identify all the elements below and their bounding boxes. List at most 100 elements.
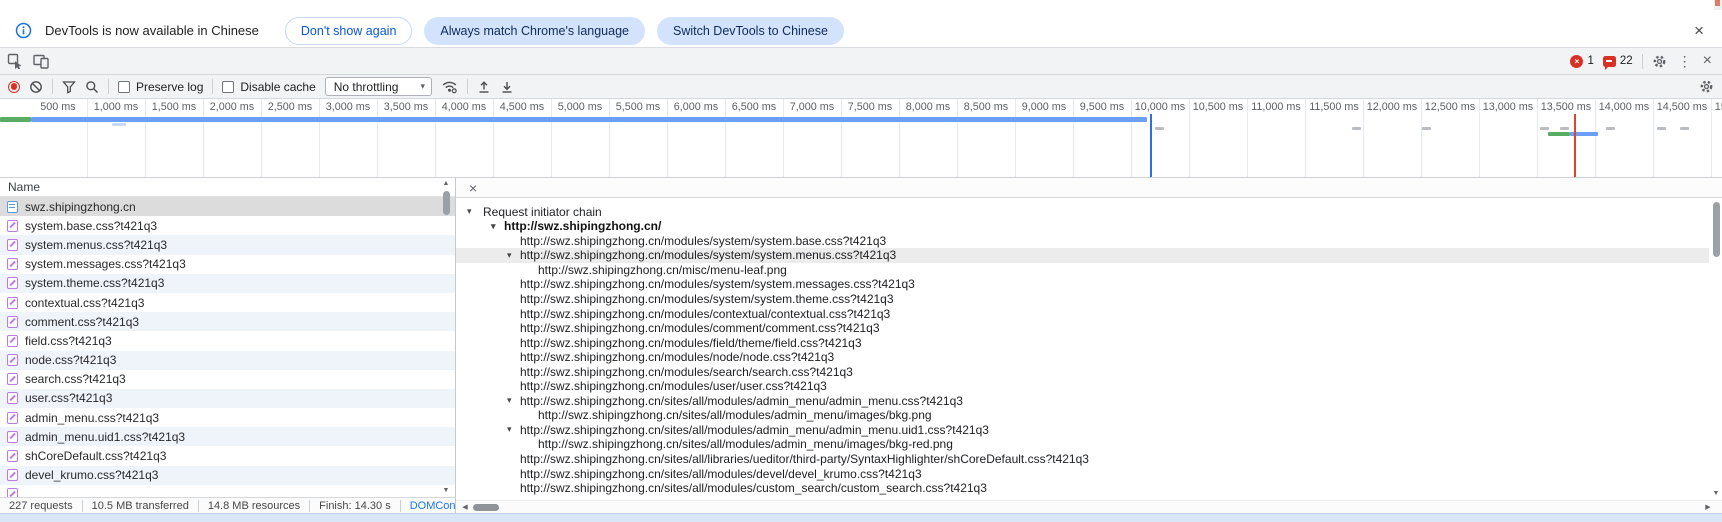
request-row[interactable]: search.css?t421q3 bbox=[0, 370, 455, 389]
request-row[interactable]: user.css?t421q3 bbox=[0, 389, 455, 408]
panel-tab[interactable] bbox=[138, 48, 158, 74]
scroll-down-icon[interactable]: ▼ bbox=[440, 485, 452, 497]
details-hscrollbar[interactable]: ◀ ▶ bbox=[456, 500, 1722, 513]
initiator-chain-row[interactable]: http://swz.shipingzhong.cn/modules/syste… bbox=[456, 248, 1709, 263]
scroll-left-icon[interactable]: ◀ bbox=[459, 502, 471, 513]
initiator-chain-row[interactable]: http://swz.shipingzhong.cn/sites/all/mod… bbox=[456, 423, 1709, 438]
initiator-chain-row[interactable]: http://swz.shipingzhong.cn/ bbox=[456, 219, 1709, 234]
initiator-chain-row[interactable]: http://swz.shipingzhong.cn/sites/all/mod… bbox=[456, 437, 1709, 452]
initiator-chain-row[interactable]: http://swz.shipingzhong.cn/modules/syste… bbox=[456, 234, 1709, 249]
infobar-close-icon[interactable]: × bbox=[1694, 22, 1704, 39]
initiator-chain-row[interactable]: http://swz.shipingzhong.cn/modules/syste… bbox=[456, 277, 1709, 292]
disable-cache-checkbox[interactable]: Disable cache bbox=[222, 80, 315, 94]
scrollbar-thumb[interactable] bbox=[473, 504, 499, 511]
panel-tab[interactable] bbox=[118, 48, 138, 74]
initiator-chain-area: ▾ Request initiator chain http://swz.shi… bbox=[456, 198, 1709, 500]
details-tab[interactable] bbox=[486, 178, 508, 197]
request-row[interactable]: comment.css?t421q3 bbox=[0, 312, 455, 331]
initiator-chain-row[interactable]: http://swz.shipingzhong.cn/modules/conte… bbox=[456, 306, 1709, 321]
panel-tab[interactable] bbox=[158, 48, 178, 74]
initiator-chain-row[interactable]: http://swz.shipingzhong.cn/modules/field… bbox=[456, 335, 1709, 350]
throttling-select[interactable]: No throttling ▾ bbox=[325, 77, 432, 96]
initiator-chain-row[interactable]: http://swz.shipingzhong.cn/sites/all/lib… bbox=[456, 452, 1709, 467]
overview-bar-blue bbox=[31, 117, 1147, 122]
network-overview[interactable] bbox=[0, 114, 1722, 178]
inspect-element-icon[interactable] bbox=[2, 48, 28, 74]
initiator-chain-row[interactable]: http://swz.shipingzhong.cn/modules/comme… bbox=[456, 321, 1709, 336]
panel-tab[interactable] bbox=[238, 48, 258, 74]
details-tab[interactable] bbox=[530, 178, 552, 197]
initiator-chain-row[interactable]: http://swz.shipingzhong.cn/sites/all/mod… bbox=[456, 408, 1709, 423]
info-icon bbox=[15, 22, 32, 39]
initiator-chain-row[interactable]: http://swz.shipingzhong.cn/modules/syste… bbox=[456, 292, 1709, 307]
initiator-chain-row[interactable]: http://swz.shipingzhong.cn/modules/node/… bbox=[456, 350, 1709, 365]
scroll-up-icon[interactable]: ▲ bbox=[440, 178, 452, 190]
settings-gear-icon[interactable] bbox=[1652, 54, 1667, 69]
overview-dash bbox=[1352, 127, 1361, 130]
tree-expanded-icon bbox=[507, 250, 520, 261]
details-tab[interactable] bbox=[552, 178, 574, 197]
panel-tab[interactable] bbox=[98, 48, 118, 74]
initiator-chain-row[interactable]: http://swz.shipingzhong.cn/sites/all/mod… bbox=[456, 481, 1709, 496]
initiator-url: http://swz.shipingzhong.cn/sites/all/mod… bbox=[520, 394, 963, 408]
import-har-icon[interactable] bbox=[477, 80, 491, 94]
scrollbar-thumb[interactable] bbox=[443, 191, 450, 215]
more-options-icon[interactable]: ⋮ bbox=[1676, 53, 1694, 70]
devtools-close-icon[interactable]: × bbox=[1703, 53, 1712, 69]
network-conditions-icon[interactable] bbox=[441, 79, 458, 94]
request-row[interactable]: devel_krumo.css?t421q3 bbox=[0, 466, 455, 485]
scroll-down-icon[interactable]: ▼ bbox=[1710, 488, 1722, 500]
search-icon[interactable] bbox=[85, 80, 99, 94]
initiator-chain-row[interactable]: http://swz.shipingzhong.cn/modules/searc… bbox=[456, 364, 1709, 379]
initiator-chain-row[interactable]: http://swz.shipingzhong.cn/modules/user/… bbox=[456, 379, 1709, 394]
record-network-log-icon[interactable] bbox=[8, 81, 20, 93]
request-row[interactable]: system.menus.css?t421q3 bbox=[0, 235, 455, 254]
device-toolbar-icon[interactable] bbox=[28, 48, 54, 74]
details-tab[interactable] bbox=[574, 178, 596, 197]
panel-tab[interactable] bbox=[198, 48, 218, 74]
details-tab[interactable] bbox=[596, 178, 618, 197]
panel-tab[interactable] bbox=[178, 48, 198, 74]
request-row[interactable]: swz.shipingzhong.cn bbox=[0, 197, 455, 216]
panel-tab[interactable] bbox=[218, 48, 238, 74]
infobar-button[interactable]: Always match Chrome's language bbox=[424, 17, 645, 45]
details-tab[interactable] bbox=[508, 178, 530, 197]
panel-tab[interactable] bbox=[58, 48, 78, 74]
panel-tab[interactable] bbox=[78, 48, 98, 74]
request-row[interactable]: shCoreDefault.css?t421q3 bbox=[0, 446, 455, 465]
request-list-scrollbar[interactable]: ▲ ▼ bbox=[440, 178, 452, 497]
export-har-icon[interactable] bbox=[500, 80, 514, 94]
preserve-log-checkbox[interactable]: Preserve log bbox=[118, 80, 203, 94]
network-settings-gear-icon[interactable] bbox=[1699, 79, 1714, 94]
details-scrollbar[interactable]: ▼ bbox=[1710, 198, 1722, 500]
request-name: admin_menu.uid1.css?t421q3 bbox=[25, 430, 185, 444]
initiator-chain-header[interactable]: ▾ Request initiator chain bbox=[456, 204, 1709, 219]
request-row[interactable]: admin_menu.css?t421q3 bbox=[0, 408, 455, 427]
infobar-button[interactable]: Switch DevTools to Chinese bbox=[657, 17, 844, 45]
filter-icon[interactable] bbox=[62, 80, 76, 94]
page-scrollbar-nub[interactable] bbox=[1714, 0, 1722, 10]
request-row[interactable]: field.css?t421q3 bbox=[0, 331, 455, 350]
scrollbar-thumb[interactable] bbox=[1713, 202, 1720, 257]
request-row[interactable]: admin_menu.uid1.css?t421q3 bbox=[0, 427, 455, 446]
name-column-header[interactable]: Name bbox=[0, 178, 455, 197]
request-row[interactable]: system.base.css?t421q3 bbox=[0, 216, 455, 235]
request-name: devel_krumo.css?t421q3 bbox=[25, 468, 158, 482]
initiator-chain-row[interactable]: http://swz.shipingzhong.cn/misc/menu-lea… bbox=[456, 263, 1709, 278]
summary-items: 227 requests10.5 MB transferred14.8 MB r… bbox=[0, 500, 400, 512]
initiator-chain-row[interactable]: http://swz.shipingzhong.cn/sites/all/mod… bbox=[456, 466, 1709, 481]
initiator-url: http://swz.shipingzhong.cn/sites/all/mod… bbox=[538, 408, 932, 422]
request-row[interactable] bbox=[0, 485, 455, 497]
request-row[interactable]: system.messages.css?t421q3 bbox=[0, 255, 455, 274]
request-row[interactable]: contextual.css?t421q3 bbox=[0, 293, 455, 312]
clear-network-log-icon[interactable] bbox=[29, 80, 43, 94]
request-row[interactable]: system.theme.css?t421q3 bbox=[0, 274, 455, 293]
console-errors-badge[interactable]: × 1 bbox=[1570, 55, 1593, 68]
request-row[interactable]: node.css?t421q3 bbox=[0, 351, 455, 370]
initiator-url: http://swz.shipingzhong.cn/modules/node/… bbox=[520, 350, 834, 364]
infobar-button[interactable]: Don't show again bbox=[285, 17, 413, 45]
close-details-icon[interactable]: × bbox=[456, 181, 486, 195]
scroll-right-icon[interactable]: ▶ bbox=[1702, 502, 1714, 513]
issues-badge[interactable]: 22 bbox=[1603, 55, 1633, 67]
initiator-chain-row[interactable]: http://swz.shipingzhong.cn/sites/all/mod… bbox=[456, 394, 1709, 409]
